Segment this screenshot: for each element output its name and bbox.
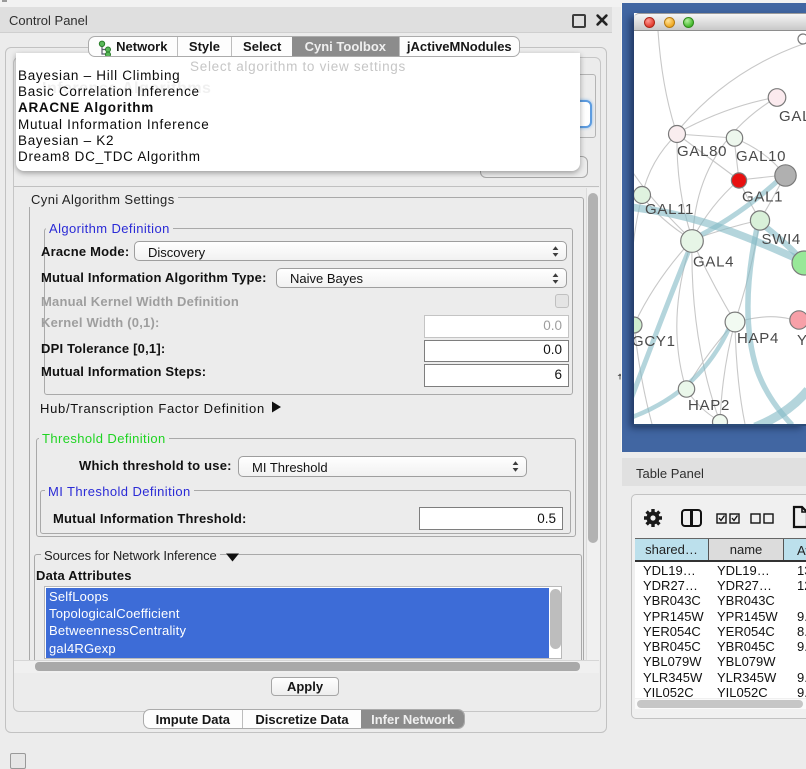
svg-text:HAP4: HAP4	[737, 330, 779, 347]
svg-text:SWI4: SWI4	[762, 231, 801, 248]
svg-text:GAL8: GAL8	[779, 108, 806, 125]
svg-text:HAP2: HAP2	[688, 397, 730, 414]
svg-text:GAL4: GAL4	[693, 254, 734, 271]
svg-text:GAL11: GAL11	[645, 201, 694, 218]
svg-text:GAL80: GAL80	[677, 143, 727, 160]
svg-text:GCY1: GCY1	[634, 333, 676, 350]
svg-text:GAL10: GAL10	[736, 148, 786, 165]
svg-text:Y: Y	[797, 332, 806, 349]
svg-text:GAL1: GAL1	[742, 189, 783, 206]
